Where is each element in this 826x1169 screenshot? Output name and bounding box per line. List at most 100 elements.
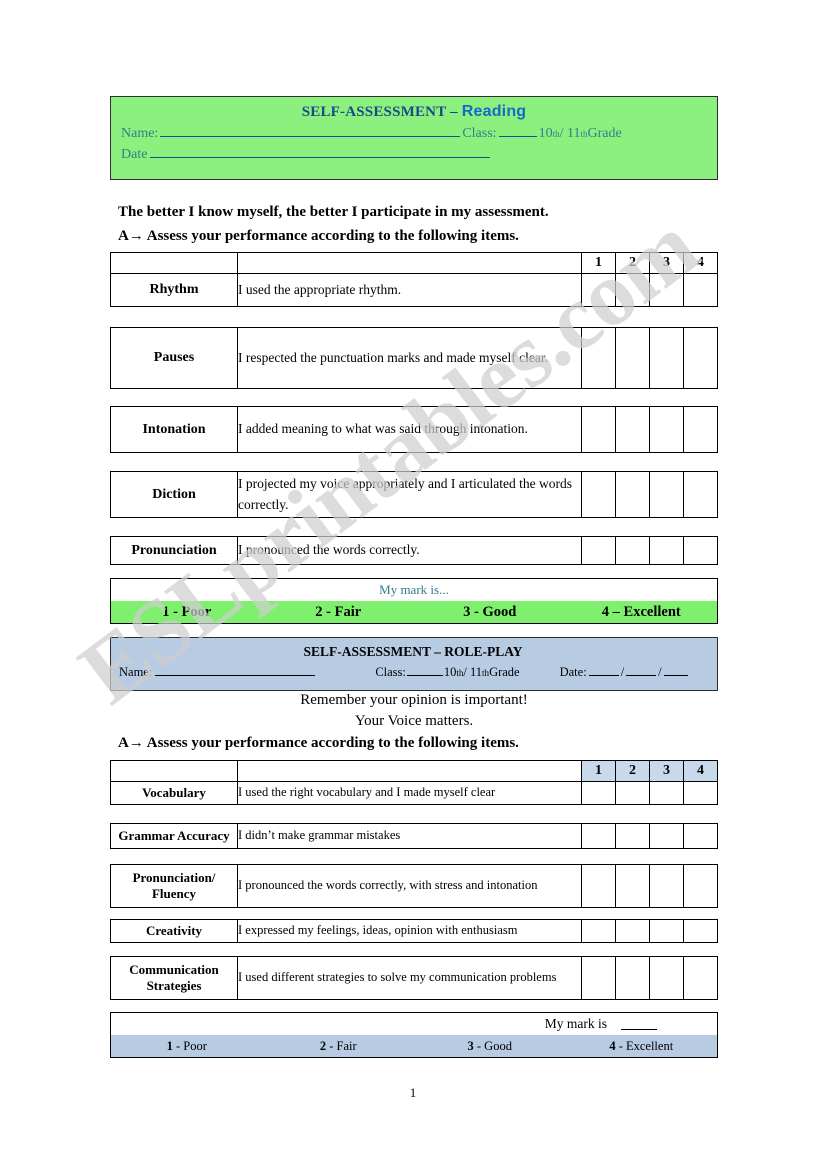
score-box-3[interactable] <box>649 536 684 565</box>
score-box-1[interactable] <box>581 823 616 849</box>
label-head-blank <box>110 760 238 782</box>
reading-table-pauses: Pauses I respected the punctuation marks… <box>110 327 718 389</box>
score-box-1[interactable] <box>581 919 616 943</box>
roleplay-grade-sep: / 11 <box>463 665 483 679</box>
score-box-4[interactable] <box>683 471 718 518</box>
reading-name-input[interactable] <box>160 124 461 137</box>
score-box-1[interactable] <box>581 864 616 908</box>
score-box-2[interactable] <box>615 956 650 1000</box>
score-box-4[interactable] <box>683 956 718 1000</box>
score-box-2[interactable] <box>615 273 650 307</box>
criterion-label: Pronunciation <box>110 536 238 565</box>
table-row: Diction I projected my voice appropriate… <box>110 471 718 518</box>
desc-head-blank <box>237 252 582 274</box>
criterion-label: Rhythm <box>110 273 238 307</box>
reading-name-label: Name: <box>121 126 159 141</box>
criterion-label: Communication Strategies <box>110 956 238 1000</box>
score-box-2[interactable] <box>615 781 650 805</box>
reading-date-input[interactable] <box>150 145 491 158</box>
reading-my-mark-label: My mark is... <box>379 582 449 597</box>
roleplay-name-input[interactable] <box>155 664 316 676</box>
roleplay-my-mark-input[interactable] <box>621 1018 657 1030</box>
score-box-2[interactable] <box>615 471 650 518</box>
roleplay-title: SELF-ASSESSMENT – ROLE-PLAY <box>303 644 523 659</box>
score-box-1[interactable] <box>581 956 616 1000</box>
desc-head-blank <box>237 760 582 782</box>
criterion-desc: I used the appropriate rhythm. <box>237 273 582 307</box>
score-box-1[interactable] <box>581 327 616 389</box>
scale-word-1: - Poor <box>175 1038 207 1053</box>
scale-item-4[interactable]: 4 – Excellent <box>566 604 718 621</box>
scale-item-2[interactable]: 2 - Fair <box>263 604 415 621</box>
score-box-4[interactable] <box>683 536 718 565</box>
score-box-2[interactable] <box>615 406 650 453</box>
reading-grade-sup-b: th <box>580 129 588 139</box>
score-box-3[interactable] <box>649 823 684 849</box>
score-box-3[interactable] <box>649 781 684 805</box>
scale-number-2: 2 <box>319 1038 327 1053</box>
roleplay-date-sep-1: / <box>620 665 625 679</box>
scale-word-3: - Good <box>476 1038 512 1053</box>
criterion-desc: I respected the punctuation marks and ma… <box>237 327 582 389</box>
scale-item-2[interactable]: 2 - Fair <box>263 1039 415 1054</box>
score-box-1[interactable] <box>581 536 616 565</box>
roleplay-date-year[interactable] <box>663 664 688 676</box>
score-box-3[interactable] <box>649 471 684 518</box>
criterion-label: Creativity <box>110 919 238 943</box>
score-box-3[interactable] <box>649 919 684 943</box>
reading-title: SELF-ASSESSMENT – Reading <box>121 103 707 121</box>
label-head-blank <box>110 252 238 274</box>
score-head-2: 2 <box>615 252 650 274</box>
criterion-desc: I used the right vocabulary and I made m… <box>237 781 582 805</box>
score-box-4[interactable] <box>683 919 718 943</box>
score-box-1[interactable] <box>581 781 616 805</box>
reading-class-input[interactable] <box>498 124 537 137</box>
score-box-1[interactable] <box>581 406 616 453</box>
table-header-row: 1 2 3 4 <box>110 252 718 274</box>
criteria-table: 1 2 3 4 Rhythm I used the appropriate rh… <box>110 252 718 307</box>
score-box-1[interactable] <box>581 471 616 518</box>
table-header-row: 1 2 3 4 <box>110 760 718 782</box>
criteria-table: Pronunciation/ Fluency I pronounced the … <box>110 864 718 908</box>
score-box-3[interactable] <box>649 956 684 1000</box>
criterion-desc: I used different strategies to solve my … <box>237 956 582 1000</box>
score-box-3[interactable] <box>649 273 684 307</box>
roleplay-class-input[interactable] <box>406 664 443 676</box>
roleplay-table-grammar: Grammar Accuracy I didn’t make grammar m… <box>110 823 718 849</box>
score-head-1: 1 <box>581 760 616 782</box>
score-box-2[interactable] <box>615 536 650 565</box>
roleplay-mark-bar: My mark is 1 - Poor 2 - Fair 3 - Good 4 … <box>110 1012 718 1058</box>
roleplay-intro-line: A→ Assess your performance according to … <box>118 735 519 751</box>
score-head-1: 1 <box>581 252 616 274</box>
score-box-4[interactable] <box>683 781 718 805</box>
scale-item-3[interactable]: 3 - Good <box>414 1039 566 1054</box>
score-box-1[interactable] <box>581 273 616 307</box>
criterion-label: Intonation <box>110 406 238 453</box>
reading-mark-bar: My mark is... 1 - Poor 2 - Fair 3 - Good… <box>110 578 718 624</box>
score-box-3[interactable] <box>649 864 684 908</box>
roleplay-date-day[interactable] <box>588 664 619 676</box>
scale-item-1[interactable]: 1 - Poor <box>111 604 263 621</box>
score-box-4[interactable] <box>683 406 718 453</box>
score-box-2[interactable] <box>615 864 650 908</box>
score-box-3[interactable] <box>649 406 684 453</box>
score-head-4: 4 <box>683 760 718 782</box>
score-box-4[interactable] <box>683 864 718 908</box>
score-box-4[interactable] <box>683 273 718 307</box>
score-box-2[interactable] <box>615 327 650 389</box>
criteria-table: Pronunciation I pronounced the words cor… <box>110 536 718 565</box>
scale-item-1[interactable]: 1 - Poor <box>111 1039 263 1054</box>
score-head-2: 2 <box>615 760 650 782</box>
score-box-3[interactable] <box>649 327 684 389</box>
criteria-table: Diction I projected my voice appropriate… <box>110 471 718 518</box>
scale-item-3[interactable]: 3 - Good <box>414 604 566 621</box>
roleplay-grade-a: 10 <box>443 665 457 679</box>
score-box-2[interactable] <box>615 919 650 943</box>
score-box-4[interactable] <box>683 327 718 389</box>
score-box-2[interactable] <box>615 823 650 849</box>
reading-class-label: Class: <box>462 126 497 141</box>
table-row: Communication Strategies I used differen… <box>110 956 718 1000</box>
score-box-4[interactable] <box>683 823 718 849</box>
scale-item-4[interactable]: 4 - Excellent <box>566 1039 718 1054</box>
roleplay-date-month[interactable] <box>626 664 657 676</box>
